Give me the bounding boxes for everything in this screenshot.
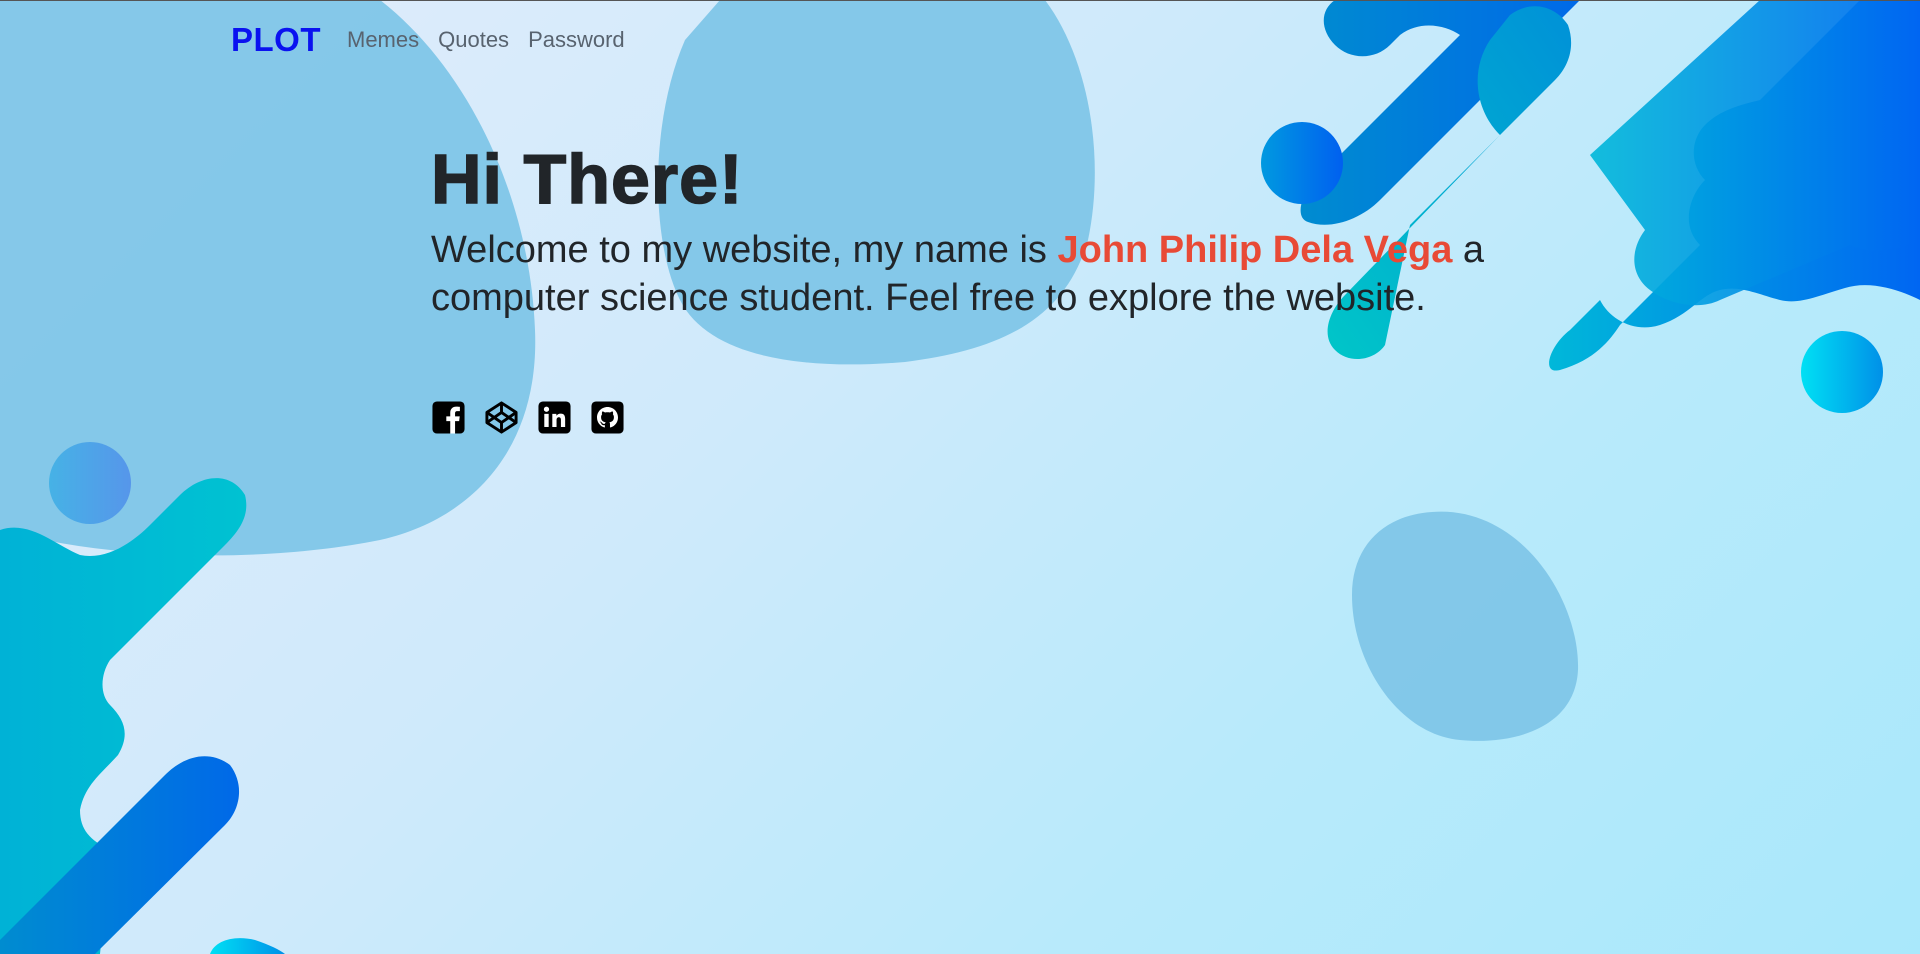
top-border bbox=[0, 0, 1920, 1]
intro-text-start: Welcome to my website, my name is bbox=[431, 229, 1058, 271]
nav-link-password[interactable]: Password bbox=[528, 27, 625, 53]
facebook-link[interactable] bbox=[431, 400, 466, 435]
linkedin-link[interactable] bbox=[537, 400, 572, 435]
facebook-icon bbox=[432, 401, 465, 434]
brand-logo[interactable]: PLOT bbox=[231, 21, 321, 59]
nav-link-memes[interactable]: Memes bbox=[347, 27, 419, 53]
hero-intro: Welcome to my website, my name is John P… bbox=[431, 226, 1511, 322]
linkedin-icon bbox=[538, 401, 571, 434]
codepen-icon bbox=[485, 401, 518, 434]
author-name: John Philip Dela Vega bbox=[1057, 229, 1453, 271]
hero-section: Hi There! Welcome to my website, my name… bbox=[430, 138, 1511, 322]
github-icon bbox=[591, 401, 624, 434]
github-link[interactable] bbox=[590, 400, 625, 435]
hero-heading: Hi There! bbox=[430, 139, 744, 219]
navbar: PLOT Memes Quotes Password bbox=[231, 18, 644, 62]
codepen-link[interactable] bbox=[484, 400, 519, 435]
nav-link-quotes[interactable]: Quotes bbox=[438, 27, 509, 53]
social-links bbox=[431, 400, 625, 435]
